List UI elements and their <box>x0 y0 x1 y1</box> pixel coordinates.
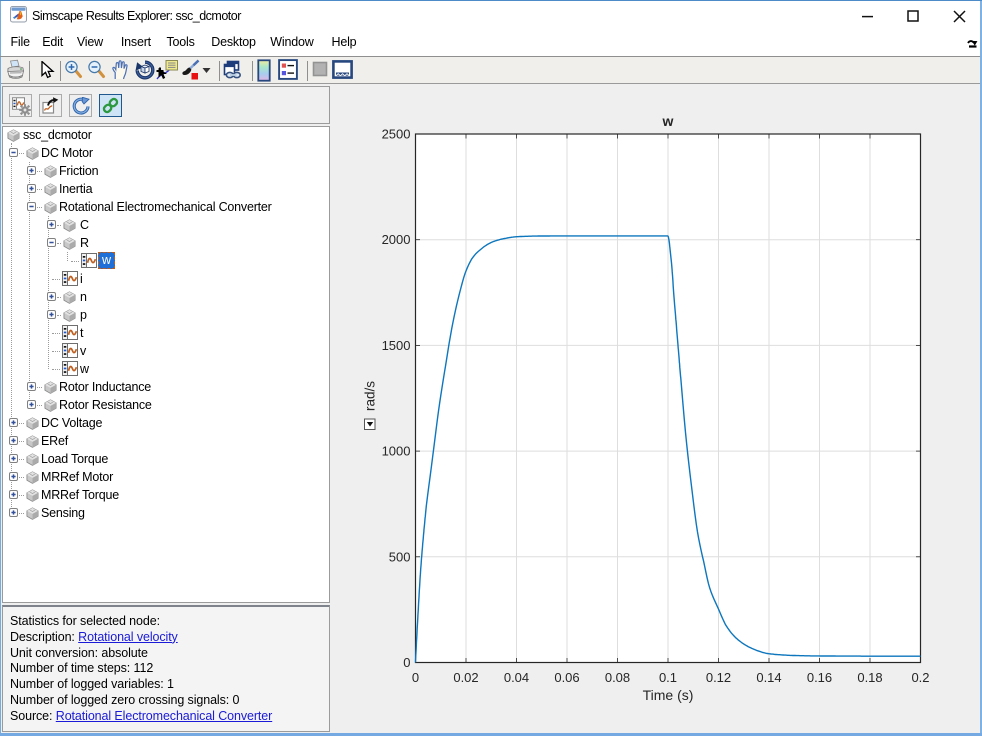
svg-text:0.1: 0.1 <box>659 670 677 685</box>
svg-text:0.16: 0.16 <box>807 670 832 685</box>
svg-text:0.06: 0.06 <box>554 670 579 685</box>
svg-text:0.02: 0.02 <box>453 670 478 685</box>
svg-text:2500: 2500 <box>382 127 411 142</box>
svg-text:0: 0 <box>403 655 410 670</box>
svg-text:2000: 2000 <box>382 232 411 247</box>
svg-text:1000: 1000 <box>382 444 411 459</box>
svg-text:0.2: 0.2 <box>911 670 929 685</box>
svg-text:0.08: 0.08 <box>605 670 630 685</box>
svg-text:w: w <box>662 113 674 129</box>
svg-text:1500: 1500 <box>382 338 411 353</box>
svg-text:0.04: 0.04 <box>504 670 529 685</box>
svg-text:0.12: 0.12 <box>706 670 731 685</box>
svg-text:0.14: 0.14 <box>756 670 781 685</box>
svg-text:0: 0 <box>412 670 419 685</box>
svg-text:Time (s): Time (s) <box>643 687 694 703</box>
svg-text:0.18: 0.18 <box>857 670 882 685</box>
svg-text:rad/s: rad/s <box>363 381 378 411</box>
svg-text:500: 500 <box>389 549 411 564</box>
